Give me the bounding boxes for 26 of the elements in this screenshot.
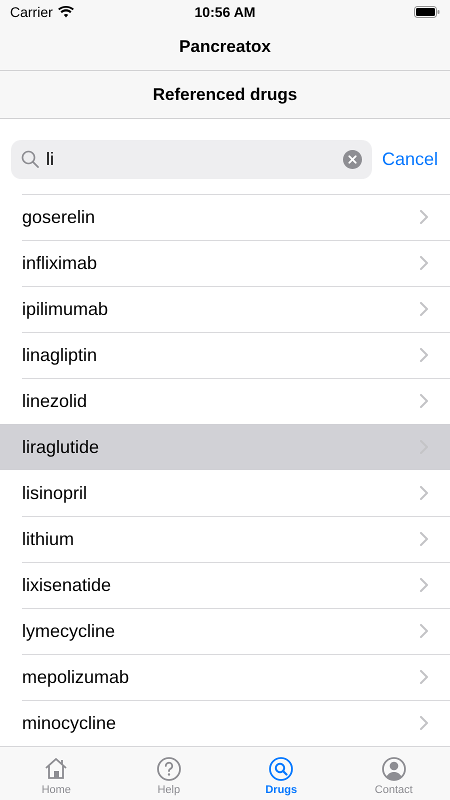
clear-icon[interactable]: [342, 150, 362, 169]
chevron-icon: [420, 486, 428, 500]
wifi-icon: [58, 6, 74, 18]
person-icon: [380, 755, 408, 783]
chevron-icon: [420, 578, 428, 592]
chevron-icon: [420, 302, 428, 316]
app-title: Pancreatox: [179, 36, 271, 56]
tab-item[interactable]: Drugs: [225, 747, 338, 800]
status-time: 10:56 AM: [194, 4, 256, 20]
chevron-icon: [420, 716, 428, 730]
question-icon: [154, 755, 183, 783]
search-icon: [21, 150, 39, 168]
chevron-icon: [420, 210, 428, 224]
chevron-icon: [420, 256, 428, 270]
chevron-icon: [420, 532, 428, 546]
search-icon: [267, 755, 296, 783]
chevron-icon: [420, 670, 428, 684]
chevron-icon: [420, 394, 428, 408]
cancel-button[interactable]: Cancel: [382, 149, 438, 170]
chevron-icon: [420, 624, 428, 638]
search-field[interactable]: li: [11, 140, 372, 179]
drug-row[interactable]: liraglutide: [0, 424, 450, 470]
carrier-label: Carrier: [10, 4, 53, 20]
chevron-icon: [420, 348, 428, 362]
battery-icon: [414, 6, 440, 18]
page-title: Referenced drugs: [152, 84, 298, 104]
